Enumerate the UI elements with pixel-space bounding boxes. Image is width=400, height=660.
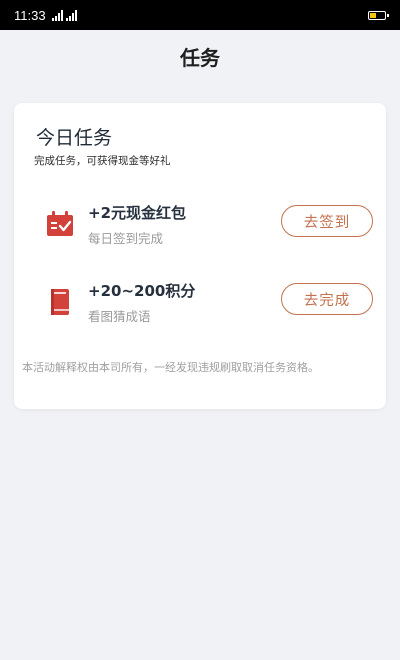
calendar-check-icon — [47, 211, 73, 236]
status-bar: 11:33 — [0, 0, 400, 30]
signal-2-icon — [65, 9, 77, 21]
task-desc: 看图猜成语 — [88, 309, 151, 324]
signal-1-icon — [51, 9, 63, 21]
task-item-idiom: +20~200积分 看图猜成语 去完成 — [14, 277, 386, 327]
card-subtitle: 完成任务，可获得现金等好礼 — [34, 155, 171, 167]
battery-icon — [368, 10, 389, 20]
task-name: +20~200积分 — [88, 282, 196, 300]
status-time: 11:33 — [14, 7, 46, 23]
checkin-button[interactable]: 去签到 — [281, 205, 373, 237]
rules-notice: 本活动解释权由本司所有，一经发现违规刷取取消任务资格。 — [22, 361, 319, 374]
signal-group — [51, 9, 77, 21]
book-icon — [51, 289, 69, 315]
task-card: 今日任务 完成任务，可获得现金等好礼 +2元现金红包 每日签到完成 去签到 +2… — [14, 103, 386, 409]
task-desc: 每日签到完成 — [88, 231, 164, 246]
card-title: 今日任务 — [36, 127, 113, 149]
task-item-checkin: +2元现金红包 每日签到完成 去签到 — [14, 199, 386, 249]
task-name: +2元现金红包 — [88, 204, 187, 222]
page-title: 任务 — [180, 46, 220, 70]
complete-button[interactable]: 去完成 — [281, 283, 373, 315]
battery-level — [370, 12, 376, 18]
